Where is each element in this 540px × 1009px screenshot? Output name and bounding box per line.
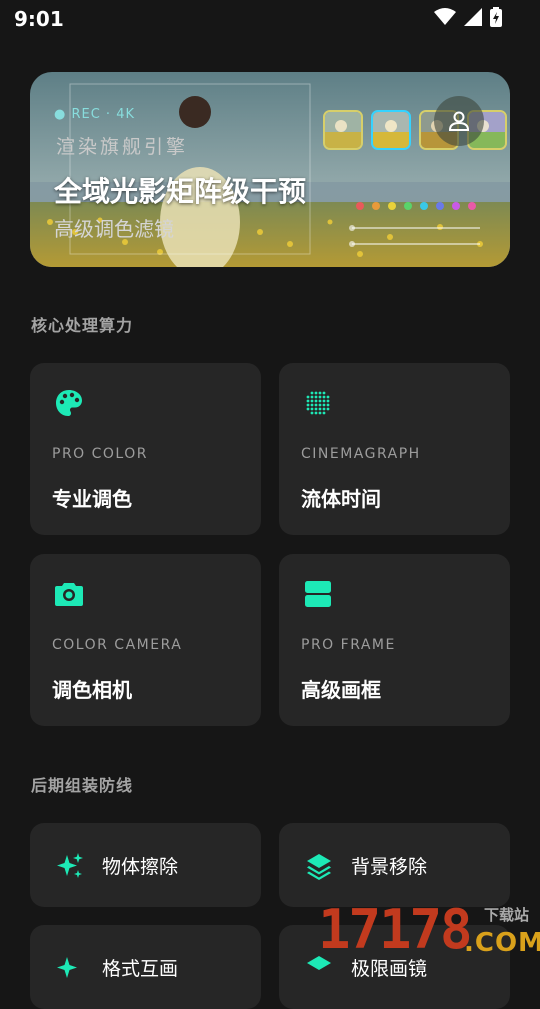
signal-icon: [464, 8, 482, 26]
card-subtitle: PRO COLOR: [52, 446, 148, 462]
card-subtitle: COLOR CAMERA: [52, 637, 183, 653]
frame-icon: [305, 581, 331, 607]
wifi-icon: [434, 8, 456, 25]
sparkle-icon: [57, 853, 83, 878]
tool-background-remove[interactable]: 背景移除: [279, 823, 510, 907]
card-cinemagraph[interactable]: CINEMAGRAPH 流体时间: [279, 363, 510, 535]
rec-tag: ● REC · 4K: [54, 107, 135, 122]
card-title: 调色相机: [52, 678, 132, 702]
tool-label: 格式互画: [102, 958, 179, 980]
battery-icon: [490, 7, 502, 27]
clock: 9:01: [14, 7, 64, 31]
sparkle-icon: [57, 957, 77, 978]
section-title-core: 核心处理算力: [31, 316, 134, 335]
watermark-site: 下载站: [484, 906, 530, 924]
filter-thumb[interactable]: [323, 110, 363, 150]
card-subtitle: CINEMAGRAPH: [301, 446, 421, 462]
card-title: 高级画框: [301, 678, 381, 702]
card-pro-frame[interactable]: PRO FRAME 高级画框: [279, 554, 510, 726]
watermark-logo: 17178 下载站 .COM: [318, 898, 540, 961]
hero-title: 全域光影矩阵级干预: [54, 175, 307, 208]
tool-label: 物体擦除: [102, 856, 179, 878]
watermark-number: 17178: [318, 898, 473, 961]
filter-thumb-selected[interactable]: [371, 110, 411, 150]
card-subtitle: PRO FRAME: [301, 637, 396, 653]
hero-subtitle: 高级调色滤镜: [54, 217, 174, 241]
watermark-domain: .COM: [464, 928, 540, 958]
card-pro-color[interactable]: PRO COLOR 专业调色: [30, 363, 261, 535]
hero-banner[interactable]: ● REC · 4K 渲染旗舰引擎 全域光影矩阵级干预 高级调色滤镜: [30, 72, 510, 267]
palette-icon: [56, 390, 82, 416]
layers-icon: [307, 854, 331, 880]
section-title-post: 后期组装防线: [31, 776, 134, 795]
card-color-camera[interactable]: COLOR CAMERA 调色相机: [30, 554, 261, 726]
tool-format[interactable]: 格式互画: [30, 925, 261, 1009]
hero-engine-label: 渲染旗舰引擎: [56, 136, 189, 158]
status-icons: [434, 7, 502, 27]
dots-grid-icon: [306, 391, 330, 415]
card-title: 专业调色: [52, 487, 132, 511]
user-icon: [448, 111, 470, 131]
camera-icon: [55, 583, 83, 606]
tool-object-erase[interactable]: 物体擦除: [30, 823, 261, 907]
tool-label: 背景移除: [351, 856, 428, 878]
status-bar: 9:01: [0, 0, 540, 36]
card-title: 流体时间: [301, 487, 381, 511]
profile-button[interactable]: [434, 96, 484, 146]
